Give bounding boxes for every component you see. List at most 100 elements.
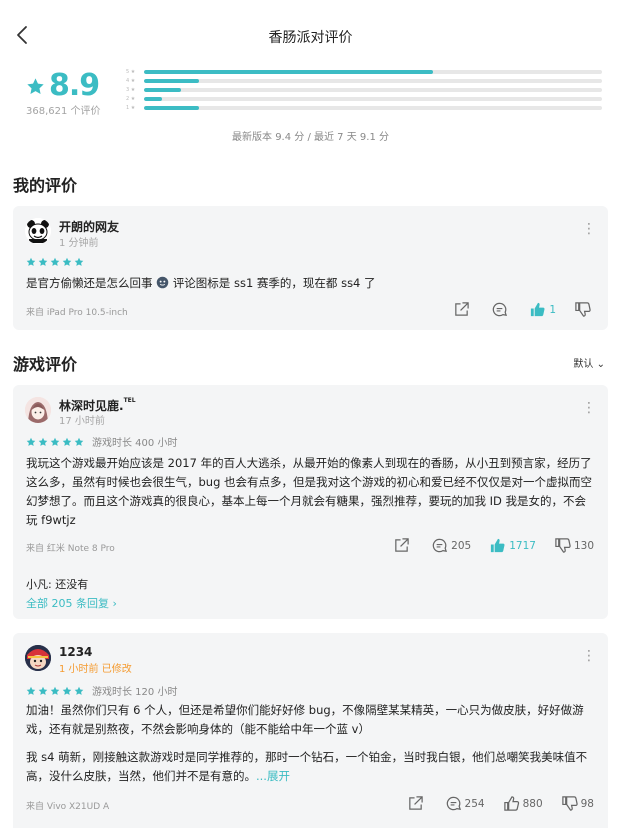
rating-bar-label: 5 ★ (126, 68, 136, 75)
rating-count: 368,621 个评价 (26, 106, 101, 117)
reviewer-name[interactable]: 1234 (59, 645, 92, 659)
star-icon (26, 686, 38, 696)
star-icon (26, 437, 38, 447)
more-options-icon[interactable]: ⋮ (582, 401, 596, 417)
comment-count: 205 (451, 539, 472, 552)
dislike-button[interactable]: 98 (561, 795, 594, 812)
all-replies-link[interactable]: 全部 205 条回复 › (26, 595, 117, 611)
thumbs-down-icon (561, 796, 578, 811)
review-card: 1234 1 小时前 已修改 ⋮ 游戏时长 120 小时 加油！虽然你们只有 6… (13, 633, 608, 828)
rating-bar-fill (144, 87, 181, 92)
rating-bar-fill (144, 96, 163, 101)
dislike-button[interactable]: 130 (554, 537, 594, 554)
rating-bar-track (144, 87, 602, 92)
share-button[interactable] (393, 537, 413, 554)
rating-bar-row: 2 ★ (126, 94, 602, 103)
rating-summary: 8.9 368,621 个评价 5 ★ 4 ★ 3 ★ 2 ★ 1 ★ 最新版本 9.4… (0, 62, 621, 152)
comment-button[interactable]: 205 (431, 537, 471, 554)
star-icon (74, 257, 86, 267)
version-score-line: 最新版本 9.4 分 / 最近 7 天 9.1 分 (232, 132, 389, 143)
top-bar: 香肠派对评价 (0, 0, 621, 62)
average-score: 8.9 (49, 68, 100, 103)
sort-dropdown[interactable]: 默认 ⌄ (573, 355, 605, 370)
sort-label: 默认 (573, 359, 594, 370)
star-icon (38, 437, 50, 447)
rating-bar-label: 4 ★ (126, 77, 136, 84)
star-icon (62, 686, 74, 696)
star-icon (26, 257, 38, 267)
star-icon (62, 257, 74, 267)
rating-bar-fill (144, 105, 199, 110)
more-options-icon[interactable]: ⋮ (582, 222, 596, 238)
star-icon (38, 686, 50, 696)
star-icon (62, 437, 74, 447)
like-button[interactable]: 880 (503, 795, 543, 812)
comment-icon (493, 302, 508, 317)
score-box: 8.9 (26, 68, 106, 104)
dislike-button[interactable] (574, 301, 594, 318)
girl-avatar-icon (25, 397, 51, 423)
rating-bar-track (144, 78, 602, 83)
my-review-heading: 我的评价 (13, 176, 78, 195)
avatar[interactable] (25, 218, 51, 244)
rating-bar-fill (144, 78, 199, 83)
reviewer-name[interactable]: 开朗的网友 (59, 218, 119, 235)
like-count: 880 (522, 797, 543, 810)
like-count: 1 (549, 303, 556, 316)
comment-count: 254 (464, 797, 485, 810)
share-button[interactable] (407, 795, 427, 812)
review-actions: 1 (435, 301, 594, 318)
play-time: 游戏时长 400 小时 (92, 438, 178, 449)
avatar[interactable] (25, 645, 51, 671)
rating-bar-row: 1 ★ (126, 103, 602, 112)
share-button[interactable] (453, 301, 473, 318)
review-text: 是官方偷懒还是怎么回事 评论图标是 ss1 赛季的，现在都 ss4 了 (26, 276, 376, 290)
edited-badge: 已修改 (101, 664, 132, 675)
star-icon (27, 77, 44, 94)
thumbs-up-icon (503, 796, 519, 811)
panda-avatar-icon (25, 218, 51, 244)
more-options-icon[interactable]: ⋮ (582, 649, 596, 665)
comment-icon (446, 796, 461, 811)
rating-bar-track (144, 96, 602, 101)
thumbs-up-filled-icon (531, 302, 545, 317)
like-button[interactable]: 1 (529, 301, 556, 318)
rating-bar-label: 2 ★ (126, 95, 136, 102)
rating-bar-label: 3 ★ (126, 86, 136, 93)
avatar[interactable] (25, 397, 51, 423)
device-label: 来自 Vivo X21UD A (26, 802, 110, 812)
reply-preview: 小凡: 还没有 (26, 578, 89, 591)
review-text: 我玩这个游戏最开始应该是 2017 年的百人大逃杀，从最开始的像素人到现在的香肠… (26, 456, 593, 527)
star-icon (50, 437, 62, 447)
thumbs-up-filled-icon (491, 538, 505, 553)
comment-button[interactable]: 254 (445, 795, 485, 812)
star-icon (74, 437, 86, 447)
star-rating (26, 257, 86, 267)
comment-icon (432, 538, 448, 553)
play-time: 游戏时长 120 小时 (92, 687, 178, 698)
rating-bar-row: 3 ★ (126, 85, 602, 94)
star-icon (74, 686, 86, 696)
like-button[interactable]: 1717 (489, 537, 536, 554)
star-icon (50, 686, 62, 696)
chevron-down-icon: ⌄ (596, 359, 605, 370)
thumbs-down-icon (555, 538, 571, 553)
thumbs-down-icon (575, 302, 591, 317)
review-card: 林深时见鹿.TEL 17 小时前 ⋮ 游戏时长 400 小时 我玩这个游戏最开始… (13, 385, 608, 619)
review-time: 1 小时前 已修改 (59, 664, 132, 675)
comment-button[interactable] (491, 301, 511, 318)
dislike-count: 130 (573, 539, 594, 552)
review-time: 17 小时前 (59, 416, 105, 427)
expand-link[interactable]: ...展开 (256, 769, 290, 783)
game-reviews-heading: 游戏评价 (13, 355, 78, 374)
review-time: 1 分钟前 (59, 238, 99, 249)
my-review-card: 开朗的网友 1 分钟前 ⋮ 是官方偷懒还是怎么回事 评论图标是 ss1 赛季的，… (13, 206, 608, 330)
device-label: 来自 红米 Note 8 Pro (26, 544, 115, 554)
share-icon (395, 538, 409, 552)
page-title: 香肠派对评价 (268, 30, 353, 46)
review-actions: 205 1717 130 (375, 537, 594, 554)
review-text-continued: 我 s4 萌新，刚接触这款游戏时是同学推荐的，那时一个钻石，一个铂金，当时我白银… (26, 750, 588, 783)
review-actions: 254 880 98 (389, 795, 594, 812)
rating-bar-row: 5 ★ (126, 67, 602, 76)
share-icon (408, 796, 423, 810)
